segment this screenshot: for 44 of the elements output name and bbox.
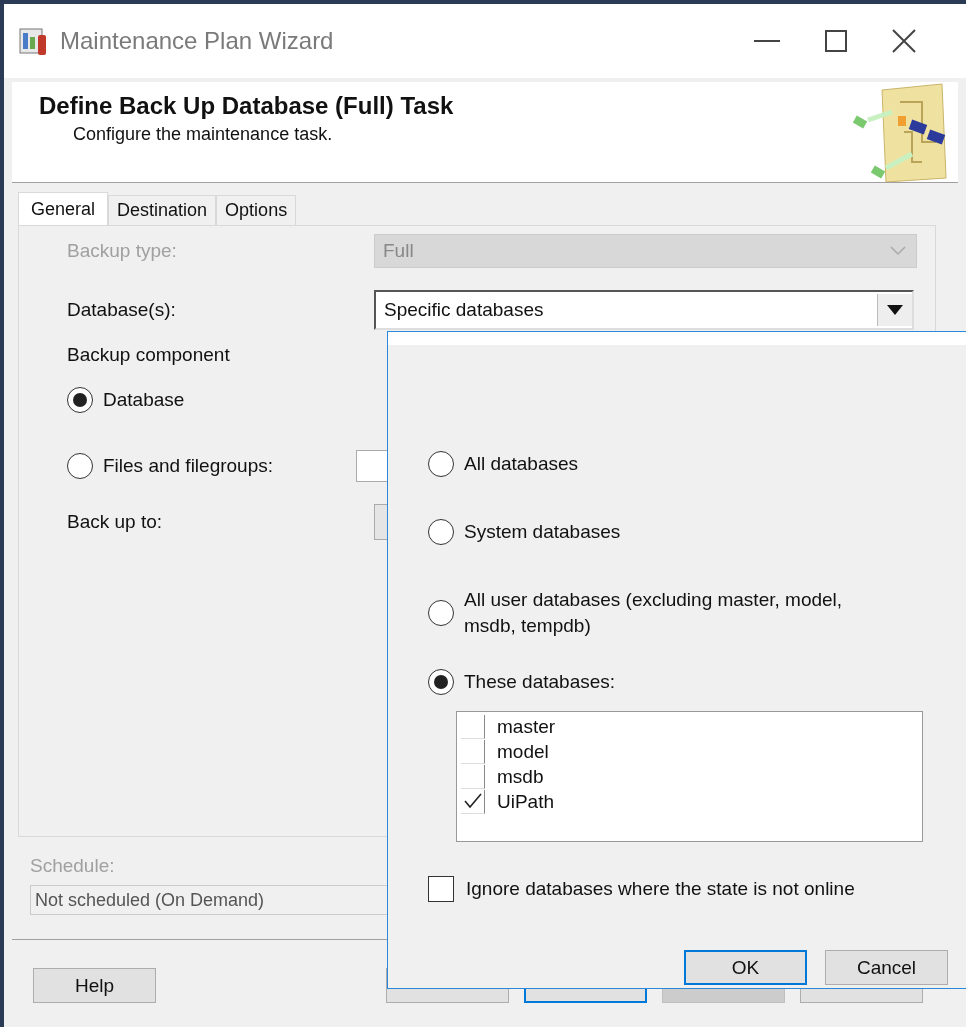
checkbox[interactable] bbox=[461, 764, 485, 789]
radio-button[interactable] bbox=[67, 387, 93, 413]
checkbox[interactable] bbox=[461, 714, 485, 739]
tab[interactable]: Destination bbox=[108, 195, 217, 225]
caret-icon bbox=[887, 305, 903, 315]
tab[interactable]: Options bbox=[216, 195, 297, 225]
database-name: UiPath bbox=[497, 790, 555, 813]
dialog-button[interactable]: Cancel bbox=[825, 950, 948, 985]
checkbox-label: Ignore databases where the state is not online bbox=[466, 878, 855, 900]
page-subtitle: Configure the maintenance task. bbox=[72, 124, 334, 145]
window-title: Maintenance Plan Wizard bbox=[60, 27, 334, 55]
radio-label: These databases: bbox=[464, 670, 616, 694]
text-field[interactable] bbox=[356, 450, 389, 482]
database-name: model bbox=[497, 740, 549, 763]
databases-label: Database(s): bbox=[67, 299, 177, 321]
radio-button[interactable] bbox=[67, 453, 93, 479]
close-icon[interactable] bbox=[892, 29, 916, 53]
dialog-button[interactable]: OK bbox=[684, 950, 807, 985]
databases-dropdown[interactable]: Specific databases bbox=[374, 290, 914, 330]
database-name: master bbox=[497, 715, 556, 738]
schedule-label: Schedule: bbox=[30, 855, 116, 877]
radio-label: All user databases (excluding master, model, msdb, tempdb) bbox=[464, 588, 844, 638]
radio-button[interactable] bbox=[428, 669, 454, 695]
radio-label: Files and filegroups: bbox=[103, 455, 274, 477]
backup-component-label: Backup component bbox=[67, 344, 231, 366]
wizard-button[interactable]: Help bbox=[33, 968, 156, 1003]
checkbox[interactable] bbox=[461, 789, 485, 814]
database-list[interactable]: master model msdb UiPath bbox=[456, 711, 923, 842]
radio-button[interactable] bbox=[428, 519, 454, 545]
radio-button[interactable] bbox=[428, 451, 454, 477]
radio-label: System databases bbox=[464, 520, 621, 544]
checkbox[interactable] bbox=[461, 739, 485, 764]
page-title: Define Back Up Database (Full) Task bbox=[39, 92, 454, 120]
minimize-icon[interactable] bbox=[754, 39, 780, 43]
backup-type-label: Backup type: bbox=[67, 240, 178, 262]
checkbox[interactable] bbox=[428, 876, 454, 902]
tab[interactable]: General bbox=[18, 192, 109, 225]
radio-button[interactable] bbox=[428, 600, 454, 626]
maximize-icon[interactable] bbox=[825, 30, 847, 52]
back-up-to-label: Back up to: bbox=[67, 511, 164, 533]
radio-label: All databases bbox=[464, 452, 579, 476]
chevron-icon bbox=[890, 246, 906, 256]
database-name: msdb bbox=[497, 765, 544, 788]
radio-label: Database bbox=[103, 389, 185, 411]
